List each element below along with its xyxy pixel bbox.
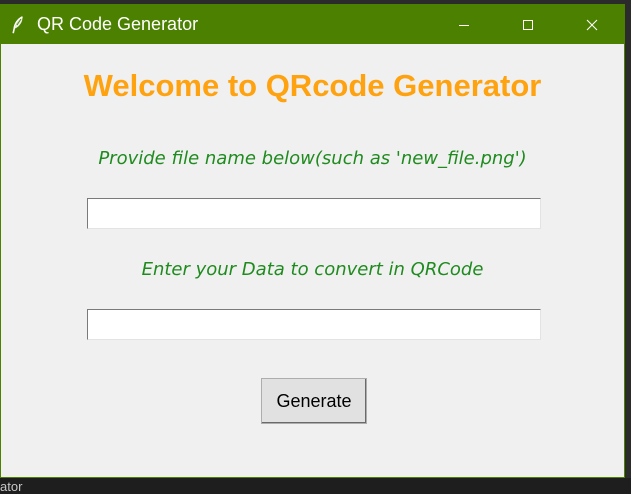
close-button[interactable] <box>560 5 624 44</box>
data-label: Enter your Data to convert in QRCode <box>141 259 484 280</box>
title-bar[interactable]: QR Code Generator <box>1 5 624 44</box>
minimize-icon <box>459 24 469 26</box>
filename-label: Provide file name below(such as 'new_fil… <box>98 148 527 169</box>
feather-icon <box>11 15 25 34</box>
qr-generator-window: QR Code Generator Welcome to QRcode Gene… <box>0 4 625 478</box>
maximize-icon <box>523 19 533 30</box>
window-title: QR Code Generator <box>37 14 199 34</box>
background-app-bottom <box>0 478 631 493</box>
minimize-button[interactable] <box>432 5 496 44</box>
page-title: Welcome to QRcode Generator <box>83 68 542 103</box>
generate-button[interactable]: Generate <box>261 378 367 424</box>
main-content: Welcome to QRcode Generator Provide file… <box>1 44 624 477</box>
close-icon <box>586 19 598 30</box>
window-controls <box>432 5 624 44</box>
data-input[interactable] <box>87 309 541 340</box>
filename-input[interactable] <box>87 198 541 229</box>
background-app-text: ator <box>0 479 23 494</box>
maximize-button[interactable] <box>496 5 560 44</box>
background-app-edge <box>625 0 631 493</box>
